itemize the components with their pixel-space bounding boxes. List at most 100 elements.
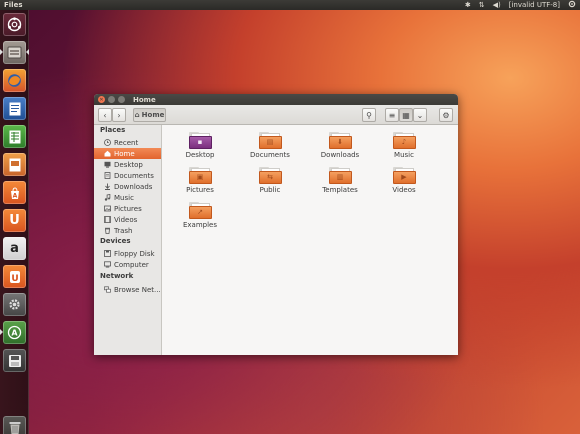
folder-icon: ▣: [188, 167, 212, 184]
videos-icon: [104, 216, 111, 223]
sidebar-item-pictures[interactable]: Pictures: [94, 203, 161, 214]
music-icon: [104, 194, 111, 201]
sidebar-item-documents[interactable]: Documents: [94, 170, 161, 181]
folder-videos[interactable]: ▶ Videos: [374, 167, 434, 194]
indicator-area: ✱ ⇅ ◀) [invalid UTF-8]: [465, 0, 576, 10]
folder-icon: ▶: [392, 167, 416, 184]
sidebar-item-browse-network[interactable]: Browse Net...: [94, 284, 161, 295]
volume-icon[interactable]: ◀): [493, 1, 501, 9]
sidebar-item-label: Music: [114, 193, 134, 202]
folder-desktop[interactable]: ▪ Desktop: [170, 132, 230, 159]
folder-templates[interactable]: ▥ Templates: [310, 167, 370, 194]
ubuntu-one-music-icon[interactable]: U: [3, 265, 26, 288]
window-titlebar[interactable]: ✕ Home: [94, 94, 458, 105]
trash-icon[interactable]: [3, 416, 26, 434]
desktop-icon: [104, 161, 111, 168]
downloads-icon: [104, 183, 111, 190]
back-icon: ‹: [103, 110, 107, 120]
folder-label: Videos: [392, 186, 416, 194]
folder-examples[interactable]: ↗ Examples: [170, 202, 230, 229]
sidebar-item-label: Recent: [114, 138, 139, 147]
sidebar-item-label: Home: [114, 149, 135, 158]
sidebar-item-label: Documents: [114, 171, 154, 180]
sidebar-item-recent[interactable]: Recent: [94, 137, 161, 148]
bluetooth-icon[interactable]: ✱: [465, 1, 471, 9]
svg-text:U: U: [11, 274, 18, 284]
sidebar-item-desktop[interactable]: Desktop: [94, 159, 161, 170]
folder-label: Desktop: [185, 151, 215, 159]
impress-icon[interactable]: [3, 153, 26, 176]
minimize-button[interactable]: [108, 96, 115, 103]
software-center-icon[interactable]: A: [3, 181, 26, 204]
folder-public[interactable]: ⇆ Public: [240, 167, 300, 194]
firefox-icon[interactable]: [3, 69, 26, 92]
svg-text:A: A: [11, 329, 18, 338]
folder-label: Downloads: [320, 151, 360, 159]
launcher: A U a U A: [0, 10, 29, 434]
folder-label: Pictures: [186, 186, 214, 194]
window-title: Home: [133, 95, 156, 104]
folder-music[interactable]: ♪ Music: [374, 132, 434, 159]
system-settings-icon[interactable]: [3, 293, 26, 316]
back-button[interactable]: ‹: [98, 108, 112, 122]
breadcrumb-home[interactable]: ⌂ Home: [133, 108, 166, 122]
sidebar-item-computer[interactable]: Computer: [94, 259, 161, 270]
grid-view-button[interactable]: ▦: [399, 108, 413, 122]
settings-button[interactable]: ⚙: [439, 108, 453, 122]
folder-icon: ▪: [188, 132, 212, 149]
sidebar-item-label: Videos: [114, 215, 138, 224]
computer-icon: [104, 261, 111, 268]
writer-icon[interactable]: [3, 97, 26, 120]
devices-heading: Devices: [100, 237, 131, 245]
removable-drive-icon[interactable]: [3, 349, 26, 372]
sidebar-item-home[interactable]: Home: [94, 148, 161, 159]
amazon-icon[interactable]: a: [3, 237, 26, 260]
keyboard-indicator[interactable]: [invalid UTF-8]: [509, 1, 560, 9]
documents-icon: [104, 172, 111, 179]
trash-icon: [104, 227, 111, 234]
sidebar-item-label: Trash: [114, 226, 133, 235]
close-button[interactable]: ✕: [98, 96, 105, 103]
sidebar-item-label: Computer: [114, 260, 149, 269]
places-heading: Places: [100, 126, 126, 134]
svg-text:A: A: [12, 192, 17, 199]
folder-documents[interactable]: ▤ Documents: [240, 132, 300, 159]
folder-label: Music: [394, 151, 414, 159]
network-heading: Network: [100, 272, 134, 280]
sidebar-item-videos[interactable]: Videos: [94, 214, 161, 225]
search-button[interactable]: ⚲: [362, 108, 376, 122]
folder-label: Examples: [182, 221, 217, 229]
app-title: Files: [4, 1, 23, 9]
floppy-icon: [104, 250, 111, 257]
toolbar: ‹ › ⌂ Home ⚲ ≡ ▦ ⌄ ⚙: [94, 105, 458, 125]
software-updater-icon[interactable]: A: [3, 321, 26, 344]
sidebar-item-floppy-disk[interactable]: Floppy Disk: [94, 248, 161, 259]
ubuntu-one-icon[interactable]: U: [3, 209, 26, 232]
list-view-button[interactable]: ≡: [385, 108, 399, 122]
session-gear-icon[interactable]: [568, 0, 576, 10]
sidebar-item-music[interactable]: Music: [94, 192, 161, 203]
search-icon: ⚲: [366, 110, 372, 120]
sidebar-item-trash[interactable]: Trash: [94, 225, 161, 236]
folder-label: Public: [259, 186, 281, 194]
sidebar-item-label: Desktop: [114, 160, 143, 169]
files-icon[interactable]: [3, 41, 26, 64]
folder-downloads[interactable]: ⬇ Downloads: [310, 132, 370, 159]
list-view-icon: ≡: [388, 110, 396, 120]
folder-icon: ▤: [258, 132, 282, 149]
sidebar-item-downloads[interactable]: Downloads: [94, 181, 161, 192]
folder-icon: ⇆: [258, 167, 282, 184]
folder-pictures[interactable]: ▣ Pictures: [170, 167, 230, 194]
network-icon[interactable]: ⇅: [479, 1, 485, 9]
top-panel: Files ✱ ⇅ ◀) [invalid UTF-8]: [0, 0, 580, 10]
sidebar-item-label: Browse Net...: [114, 285, 161, 294]
calc-icon[interactable]: [3, 125, 26, 148]
view-options-button[interactable]: ⌄: [413, 108, 427, 122]
maximize-button[interactable]: [118, 96, 125, 103]
grid-view-icon: ▦: [402, 110, 410, 120]
forward-button[interactable]: ›: [112, 108, 126, 122]
network-icon: [104, 286, 111, 293]
folder-icon: ↗: [188, 202, 212, 219]
sidebar-item-label: Pictures: [114, 204, 142, 213]
dash-home-icon[interactable]: [3, 13, 26, 36]
